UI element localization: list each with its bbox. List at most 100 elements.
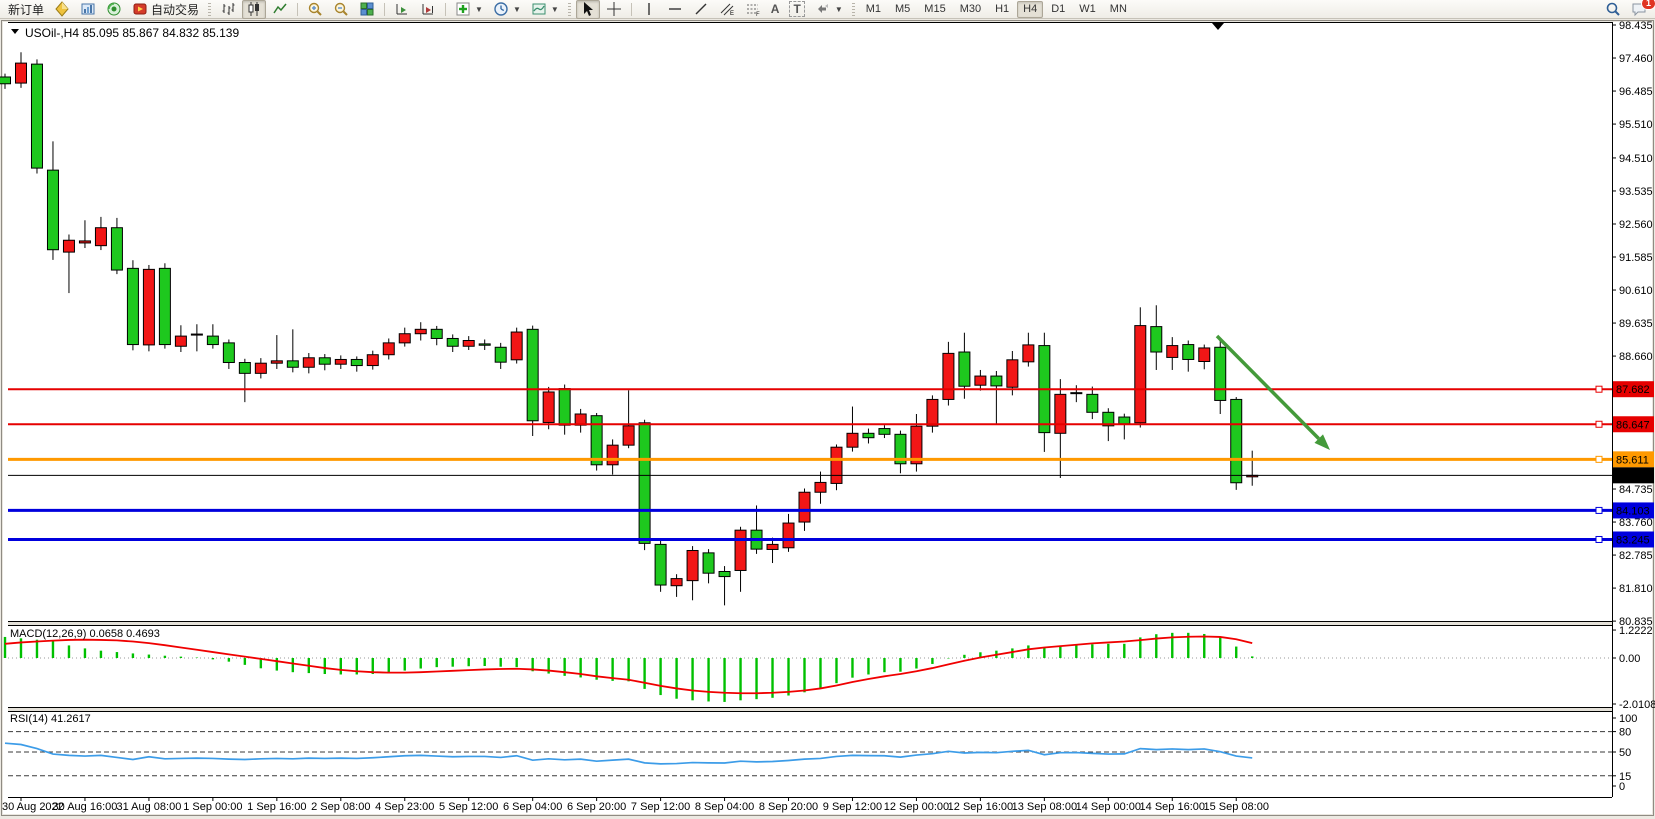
fibonacci-tool-button[interactable]: F: [741, 0, 765, 19]
time-tick-label: 12 Sep 16:00: [948, 801, 1013, 813]
candle-up: [543, 392, 554, 422]
chart-canvas[interactable]: MACD(12,26,9) 0.0658 0.46931.22220.00-2.…: [0, 0, 1655, 819]
candle-down: [703, 553, 714, 573]
tile-windows-button[interactable]: [355, 0, 379, 19]
vertical-line-icon: [641, 1, 657, 17]
time-tick-label: 14 Sep 16:00: [1140, 801, 1205, 813]
periods-button[interactable]: ▼: [489, 0, 525, 19]
candle-up: [927, 399, 938, 426]
time-tick-label: 6 Sep 20:00: [567, 801, 626, 813]
templates-icon: [531, 1, 547, 17]
search-button[interactable]: [1601, 0, 1625, 19]
candle-up: [95, 228, 106, 246]
time-tick-label: 2 Sep 08:00: [311, 801, 370, 813]
price-tick-label: 93.535: [1619, 186, 1653, 198]
candle-down: [655, 544, 666, 585]
candle-up: [143, 269, 154, 345]
new-chart-button[interactable]: [50, 0, 74, 19]
auto-trading-icon: [132, 1, 148, 17]
candle-down: [1087, 394, 1098, 412]
time-tick-label: 15 Sep 08:00: [1204, 801, 1269, 813]
candlestick-chart-button[interactable]: [242, 0, 266, 19]
price-tick-label: 89.635: [1619, 318, 1653, 330]
line-price-badge: 83.245: [1613, 531, 1654, 547]
timeframe-button[interactable]: MN: [1104, 1, 1133, 18]
line-handle[interactable]: [1596, 536, 1602, 542]
zoom-in-button[interactable]: [303, 0, 327, 19]
channel-tool-button[interactable]: E: [715, 0, 739, 19]
search-icon: [1605, 1, 1621, 17]
main-toolbar: 新订单 自动交易: [0, 0, 1655, 19]
crosshair-tool-button[interactable]: [602, 0, 626, 19]
candle-up: [271, 361, 282, 363]
line-price-badge: 87.682: [1613, 381, 1654, 397]
add-indicator-button[interactable]: ▼: [451, 0, 487, 19]
bar-chart-button[interactable]: [216, 0, 240, 19]
auto-trading-button[interactable]: 自动交易: [128, 0, 203, 19]
candle-up: [79, 241, 90, 243]
candle-down: [431, 329, 442, 338]
candle-down: [207, 336, 218, 344]
candle-up: [1167, 346, 1178, 358]
time-tick-label: 1 Sep 00:00: [183, 801, 242, 813]
timeframe-button[interactable]: D1: [1045, 1, 1071, 18]
line-price-badge: 85.611: [1613, 451, 1654, 467]
time-tick-label: 5 Sep 12:00: [439, 801, 498, 813]
svg-text:E: E: [730, 11, 734, 17]
candle-up: [335, 359, 346, 364]
candle-down: [959, 352, 970, 386]
timeframe-button[interactable]: H4: [1017, 1, 1043, 18]
candle-up: [735, 530, 746, 570]
dropdown-caret-icon: ▼: [835, 5, 843, 14]
line-handle[interactable]: [1596, 386, 1602, 392]
new-order-button[interactable]: 新订单: [4, 0, 48, 19]
candle-up: [463, 340, 474, 346]
time-tick-label: 14 Sep 00:00: [1076, 801, 1141, 813]
new-chart-icon: [54, 1, 70, 17]
line-handle[interactable]: [1596, 507, 1602, 513]
text-label-tool-button[interactable]: T: [785, 0, 808, 19]
fibonacci-icon: F: [745, 1, 761, 17]
price-tick-label: 81.810: [1619, 583, 1653, 595]
timeframe-button[interactable]: M15: [918, 1, 951, 18]
cursor-tool-button[interactable]: [576, 0, 600, 19]
timeframe-button[interactable]: H1: [989, 1, 1015, 18]
horizontal-line-tool-button[interactable]: [663, 0, 687, 19]
candle-down: [479, 344, 490, 345]
candle-down: [0, 77, 11, 84]
candle-down: [447, 338, 458, 346]
line-handle[interactable]: [1596, 421, 1602, 427]
profiles-button[interactable]: [76, 0, 100, 19]
timeframe-button[interactable]: M1: [860, 1, 887, 18]
candle-up: [1135, 326, 1146, 423]
chart-shift-button[interactable]: [416, 0, 440, 19]
timeframe-button[interactable]: W1: [1073, 1, 1102, 18]
vertical-line-tool-button[interactable]: [637, 0, 661, 19]
current-price-badge: 85.139: [1613, 467, 1654, 483]
zoom-out-button[interactable]: [329, 0, 353, 19]
candle-up: [783, 523, 794, 548]
price-tick-label: 96.485: [1619, 86, 1653, 98]
candle-up: [415, 329, 426, 333]
line-chart-button[interactable]: [268, 0, 292, 19]
candle-down: [559, 389, 570, 426]
timeframe-button[interactable]: M30: [954, 1, 987, 18]
zoom-in-icon: [307, 1, 323, 17]
price-tick-label: 83.760: [1619, 517, 1653, 529]
candle-down: [879, 429, 890, 435]
timeframe-button[interactable]: M5: [889, 1, 916, 18]
shapes-tool-button[interactable]: ▼: [811, 0, 847, 19]
signals-button[interactable]: [102, 0, 126, 19]
text-tool-button[interactable]: A: [767, 0, 784, 19]
cursor-icon: [580, 1, 596, 17]
auto-scroll-button[interactable]: [390, 0, 414, 19]
templates-button[interactable]: ▼: [527, 0, 563, 19]
candle-down: [31, 64, 42, 168]
notifications-button[interactable]: 1: [1627, 0, 1651, 19]
candle-up: [191, 334, 202, 335]
trendline-tool-button[interactable]: [689, 0, 713, 19]
toolbar-separator: [208, 3, 211, 16]
line-handle[interactable]: [1596, 456, 1602, 462]
svg-text:F: F: [756, 12, 760, 17]
time-tick-label: 30 Aug 16:00: [53, 801, 118, 813]
